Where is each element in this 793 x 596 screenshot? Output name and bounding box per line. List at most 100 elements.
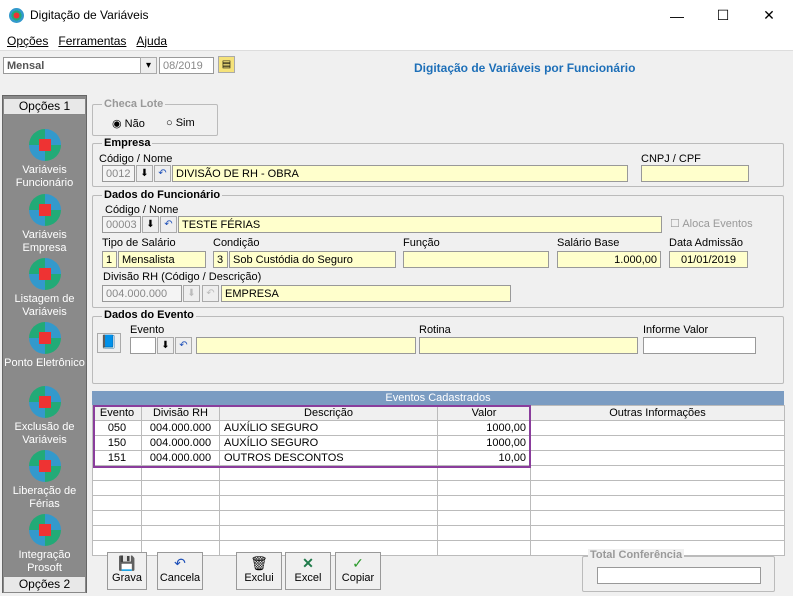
undo-icon[interactable]: ↶ <box>160 216 177 233</box>
evento-label: Evento <box>130 324 165 336</box>
sidebar-item-integracao[interactable]: Integração Prosoft <box>3 514 86 575</box>
menu-opcoes[interactable]: Opções <box>7 34 48 48</box>
condicao-code[interactable]: 3 <box>213 251 228 268</box>
sidebar-item-liberacao[interactable]: Liberação de Férias <box>3 450 86 511</box>
condicao-field[interactable]: Sob Custódia do Seguro <box>229 251 396 268</box>
table-row[interactable] <box>92 510 785 526</box>
table-cell <box>141 495 220 511</box>
table-cell <box>92 495 142 511</box>
table-cell <box>219 525 438 541</box>
radio-nao[interactable]: ◉ Não <box>112 117 145 130</box>
minimize-button[interactable]: — <box>654 0 700 31</box>
globe-icon <box>28 258 61 290</box>
evento-field[interactable] <box>130 337 156 354</box>
radio-sim-label: Sim <box>175 117 195 129</box>
table-cell <box>530 450 785 466</box>
period-type-select[interactable]: Mensal <box>3 57 156 74</box>
table-cell <box>92 510 142 526</box>
book-icon[interactable]: 📘 <box>97 333 121 353</box>
aloca-eventos-checkbox[interactable]: ☐ Aloca Eventos <box>670 217 753 230</box>
salario-base-label: Salário Base <box>557 237 620 249</box>
total-label: Total Conferência <box>588 549 685 561</box>
menu-ajuda[interactable]: Ajuda <box>136 34 167 48</box>
radio-nao-label: Não <box>124 118 145 130</box>
table-row[interactable] <box>92 480 785 496</box>
undo-icon[interactable]: ↶ <box>202 285 219 302</box>
table-cell <box>437 510 531 526</box>
exclui-button[interactable]: 🗑 Exclui <box>236 552 282 590</box>
download-icon[interactable]: ⬇ <box>157 337 174 354</box>
col-outras[interactable]: Outras Informações <box>530 405 785 421</box>
divisao-field[interactable]: EMPRESA <box>221 285 511 302</box>
download-icon[interactable]: ⬇ <box>136 165 153 182</box>
func-codigo-field[interactable]: 00003 <box>102 216 141 233</box>
undo-icon[interactable]: ↶ <box>154 165 171 182</box>
tipo-salario-code[interactable]: 1 <box>102 251 117 268</box>
sidebar-item-exclusao[interactable]: Exclusão de Variáveis <box>3 386 86 447</box>
chevron-down-icon[interactable]: ▾ <box>140 57 157 74</box>
tipo-salario-label: Tipo de Salário <box>102 237 176 249</box>
funcao-field[interactable] <box>403 251 549 268</box>
rotina-field[interactable] <box>419 337 638 354</box>
sidebar-item-variaveis-empresa[interactable]: Variáveis Empresa <box>3 194 86 255</box>
salario-base-field[interactable]: 1.000,00 <box>557 251 661 268</box>
check-icon: ✓ <box>352 555 364 571</box>
tab-opcoes-2[interactable]: Opções 2 <box>3 576 86 593</box>
excel-button[interactable]: ✕ Excel <box>285 552 331 590</box>
maximize-button[interactable]: ☐ <box>700 0 746 31</box>
sidebar-item-label: Integração Prosoft <box>18 549 71 574</box>
table-cell <box>92 480 142 496</box>
condicao-label: Condição <box>213 237 260 249</box>
empresa-codigo-field[interactable]: 0012 <box>102 165 135 182</box>
tab-opcoes-1[interactable]: Opções 1 <box>3 98 86 115</box>
table-cell <box>92 525 142 541</box>
table-cell <box>219 480 438 496</box>
evento-desc-field[interactable] <box>196 337 416 354</box>
table-row[interactable] <box>92 525 785 541</box>
cancela-button[interactable]: ↶ Cancela <box>157 552 203 590</box>
table-cell <box>437 480 531 496</box>
func-codigo-label: Código / Nome <box>105 204 179 216</box>
table-cell <box>219 495 438 511</box>
data-admissao-field[interactable]: 01/01/2019 <box>669 251 748 268</box>
empresa-nome-field[interactable]: DIVISÃO DE RH - OBRA <box>172 165 628 182</box>
data-admissao-label: Data Admissão <box>669 237 743 249</box>
table-cell <box>141 480 220 496</box>
copiar-button[interactable]: ✓ Copiar <box>335 552 381 590</box>
total-field[interactable] <box>597 567 761 584</box>
divisao-code-field[interactable]: 004.000.000 <box>102 285 182 302</box>
download-icon[interactable]: ⬇ <box>142 216 159 233</box>
app-icon <box>9 8 24 23</box>
cancela-label: Cancela <box>159 572 201 584</box>
aloca-eventos-label: Aloca Eventos <box>682 218 753 230</box>
menu-bar: Opções Ferramentas Ajuda <box>0 31 793 51</box>
undo-icon[interactable]: ↶ <box>175 337 192 354</box>
sidebar-item-variaveis-funcionario[interactable]: Variáveis Funcionário <box>3 129 86 190</box>
funcao-label: Função <box>403 237 440 249</box>
informe-valor-field[interactable] <box>643 337 756 354</box>
grava-button[interactable]: 💾 Grava <box>107 552 147 590</box>
radio-sim[interactable]: ○ Sim <box>166 117 195 129</box>
sidebar-item-label: Liberação de Férias <box>12 485 77 510</box>
table-row[interactable] <box>92 495 785 511</box>
globe-icon <box>28 386 61 418</box>
globe-icon <box>28 129 61 161</box>
page-heading: Digitação de Variáveis por Funcionário <box>414 61 636 75</box>
window-title: Digitação de Variáveis <box>30 8 149 22</box>
globe-icon <box>28 322 61 354</box>
table-cell <box>530 435 785 451</box>
menu-ferramentas[interactable]: Ferramentas <box>58 34 126 48</box>
table-cell <box>530 420 785 436</box>
download-icon[interactable]: ⬇ <box>183 285 200 302</box>
sidebar-item-listagem[interactable]: Listagem de Variáveis <box>3 258 86 319</box>
tipo-salario-field[interactable]: Mensalista <box>118 251 206 268</box>
period-field[interactable]: 08/2019 <box>159 57 214 74</box>
sidebar: Opções 1 Variáveis Funcionário Variáveis… <box>2 95 87 593</box>
folder-icon[interactable]: ▤ <box>218 56 235 73</box>
excel-label: Excel <box>294 572 322 584</box>
sidebar-item-ponto[interactable]: Ponto Eletrônico <box>3 322 86 370</box>
close-button[interactable]: ✕ <box>746 0 792 31</box>
func-nome-field[interactable]: TESTE FÉRIAS <box>178 216 662 233</box>
title-bar: Digitação de Variáveis — ☐ ✕ <box>0 0 793 31</box>
cnpj-field[interactable] <box>641 165 749 182</box>
